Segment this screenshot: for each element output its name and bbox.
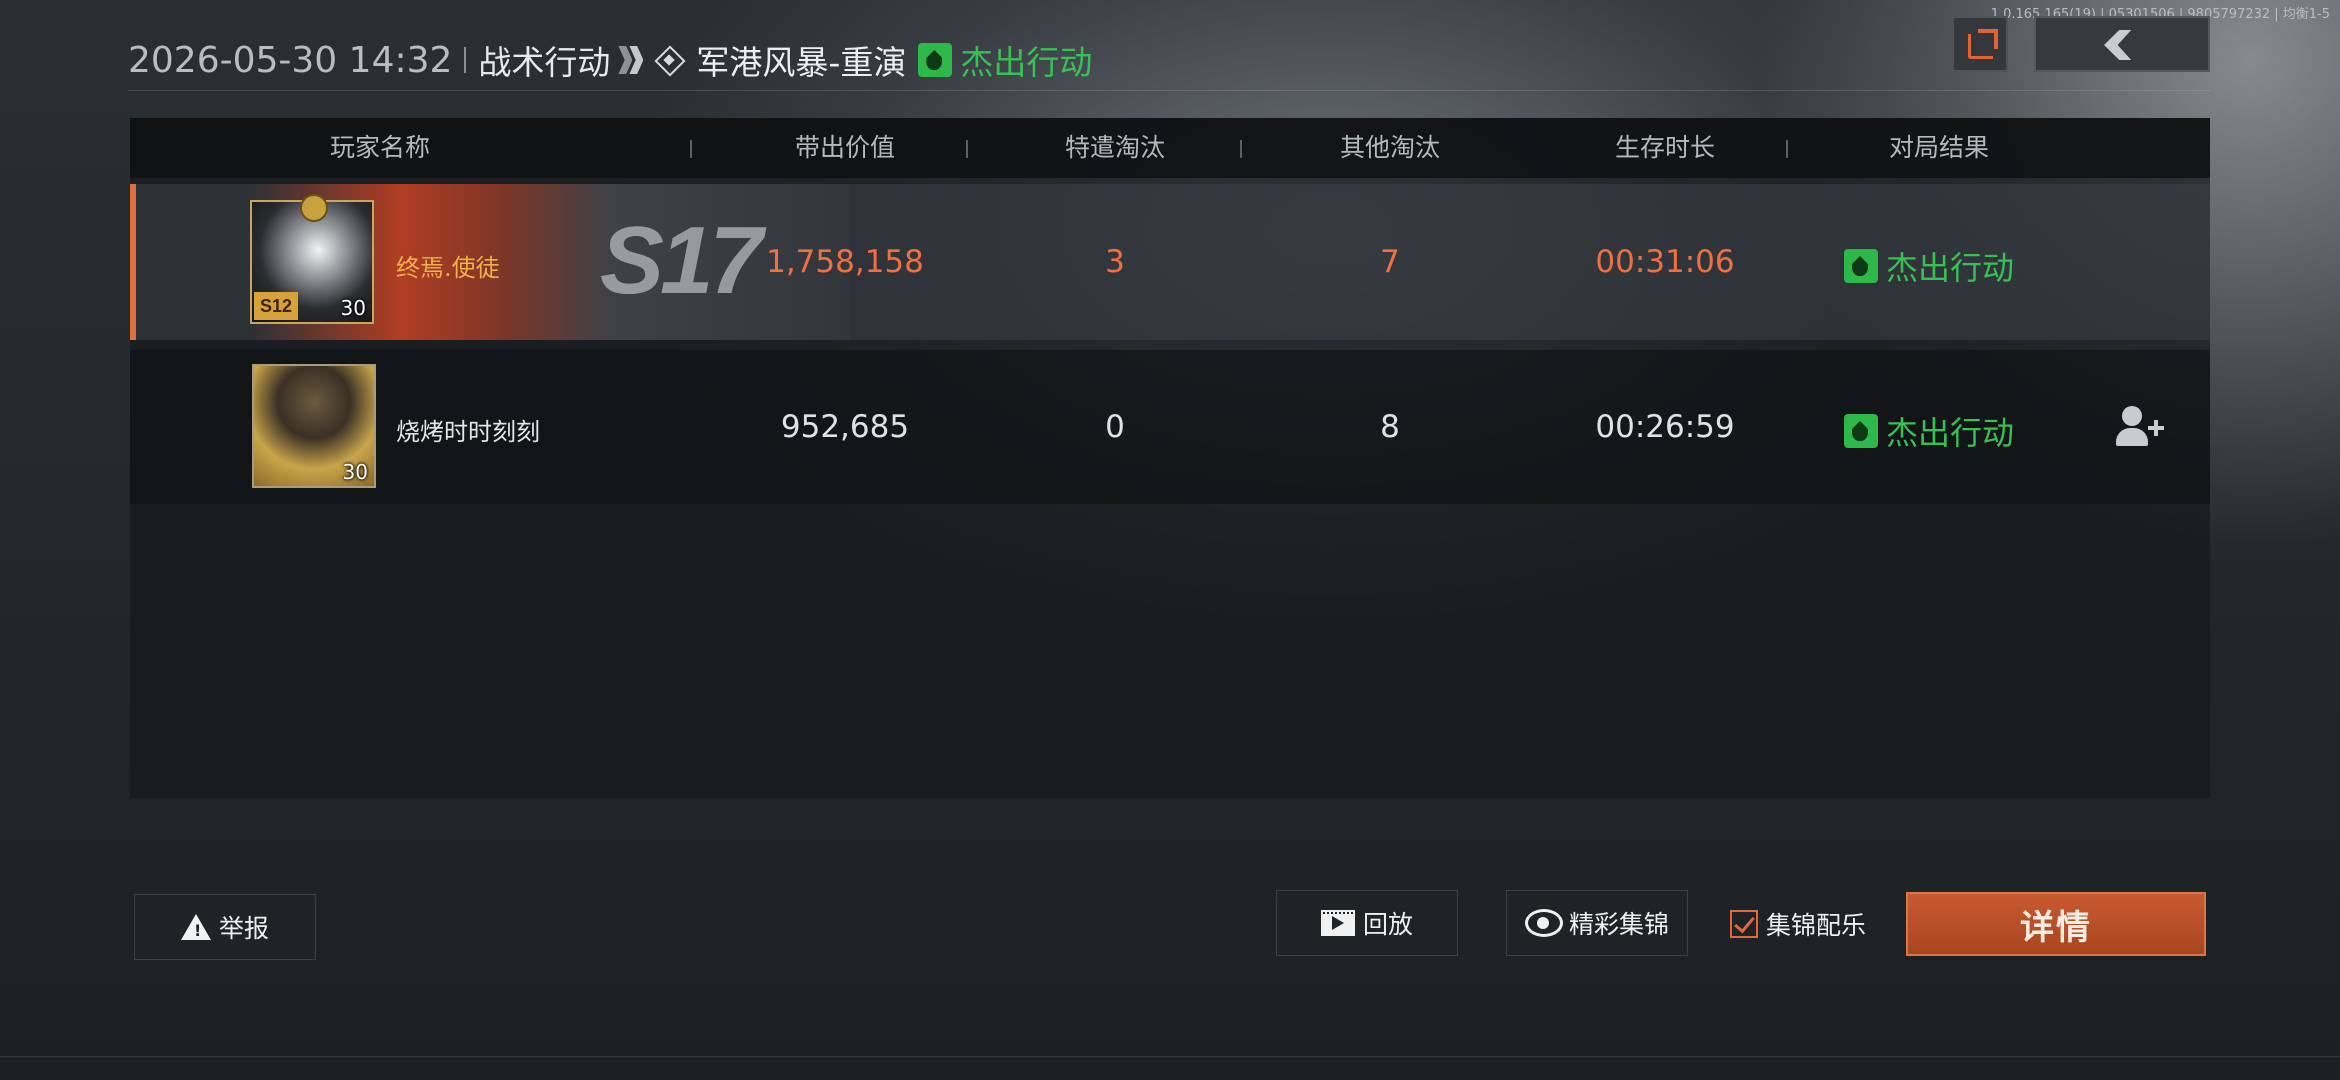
special-eliminations: 3 [1105, 244, 1125, 280]
replay-label: 回放 [1362, 910, 1413, 939]
row-result: 杰出行动 [1844, 408, 2014, 454]
extracted-value: 952,685 [780, 409, 910, 445]
match-header: 2026-05-30 14:32 战术行动 军港风暴-重演 杰出行动 [128, 34, 1092, 86]
player-name: 终焉.使徒 [396, 254, 500, 282]
avatar[interactable]: S12 30 [250, 194, 374, 324]
match-datetime: 2026-05-30 14:32 [128, 39, 453, 81]
column-header-result: 对局结果 [1888, 133, 1989, 162]
match-result: 杰出行动 [960, 43, 1093, 82]
add-friend-icon[interactable] [2116, 406, 2166, 450]
row-result: 杰出行动 [1844, 243, 2014, 289]
column-divider [1786, 140, 1788, 158]
share-button[interactable] [1952, 16, 2008, 72]
film-icon [1320, 910, 1355, 936]
header-divider [464, 47, 467, 73]
extracted-value: 1,758,158 [766, 244, 924, 280]
avatar-season-tag: S12 [254, 292, 298, 320]
other-eliminations: 7 [1380, 244, 1400, 280]
survival-time: 00:31:06 [1595, 244, 1735, 280]
column-header-other-elims: 其他淘汰 [1339, 133, 1440, 162]
outstanding-result-icon [918, 43, 953, 77]
map-name: 军港风暴-重演 [696, 43, 907, 82]
column-divider [690, 140, 692, 158]
other-eliminations: 8 [1380, 409, 1400, 445]
column-header-survival: 生存时长 [1614, 133, 1715, 162]
column-header-value: 带出价值 [794, 133, 895, 162]
table-header: 玩家名称 带出价值 特遣淘汰 其他淘汰 生存时长 对局结果 [130, 118, 2210, 178]
highlights-button[interactable]: 精彩集锦 [1506, 890, 1688, 956]
bottom-divider [0, 1056, 2340, 1057]
highlight-music-toggle[interactable]: 集锦配乐 [1730, 906, 1866, 942]
player-level: 30 [342, 460, 368, 484]
replay-button[interactable]: 回放 [1276, 890, 1458, 956]
column-header-player: 玩家名称 [329, 133, 430, 162]
chevron-right-icon [618, 46, 644, 74]
highlight-music-checkbox[interactable] [1730, 910, 1758, 938]
column-divider [966, 140, 968, 158]
special-eliminations: 0 [1105, 409, 1125, 445]
column-header-special-elims: 特遣淘汰 [1064, 133, 1165, 162]
rank-crest-icon [300, 194, 328, 222]
avatar[interactable]: 30 [252, 364, 376, 488]
outstanding-result-icon [1844, 249, 1878, 283]
row-result-label: 杰出行动 [1886, 414, 2015, 452]
warning-icon: ! [180, 914, 211, 940]
player-name: 烧烤时时刻刻 [396, 418, 540, 446]
report-label: 举报 [218, 914, 269, 943]
report-button[interactable]: ! 举报 [134, 894, 316, 960]
header-divider-line [128, 90, 2210, 91]
row-result-label: 杰出行动 [1886, 249, 2015, 287]
self-row-accent [130, 184, 136, 340]
column-divider [1240, 140, 1242, 158]
table-row[interactable]: 30 烧烤时时刻刻 952,685 0 8 00:26:59 杰出行动 [130, 350, 2210, 504]
table-row[interactable]: S17 S12 30 终焉.使徒 1,758,158 3 7 00:31:06 … [130, 184, 2210, 340]
player-level: 30 [340, 296, 366, 320]
details-button[interactable]: 详情 [1906, 892, 2206, 956]
game-mode: 战术行动 [478, 43, 611, 82]
back-button[interactable] [2034, 16, 2210, 72]
map-diamond-icon [654, 45, 684, 75]
survival-time: 00:26:59 [1595, 409, 1735, 445]
camera-icon [1524, 909, 1563, 937]
scoreboard-table: 玩家名称 带出价值 特遣淘汰 其他淘汰 生存时长 对局结果 S17 S12 30… [130, 118, 2210, 798]
highlights-label: 精彩集锦 [1568, 910, 1669, 939]
highlight-music-label: 集锦配乐 [1766, 911, 1867, 940]
outstanding-result-icon [1844, 414, 1878, 448]
